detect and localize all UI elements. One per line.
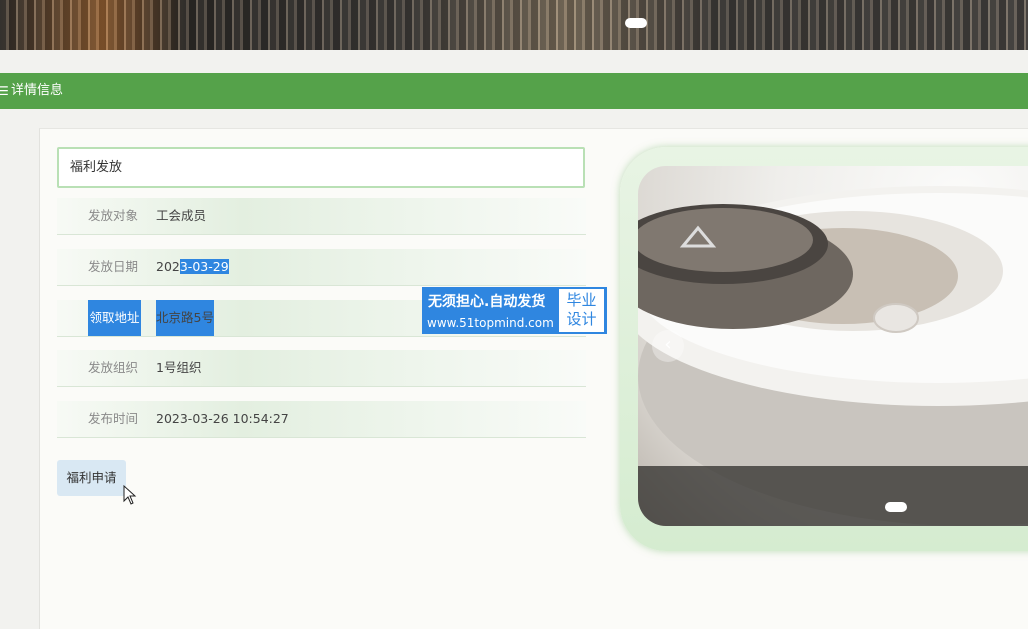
apply-welfare-button[interactable]: 福利申请 <box>57 460 126 496</box>
detail-row-target: 发放对象 工会成员 <box>57 198 586 235</box>
watermark-side: 毕业 设计 <box>559 289 604 332</box>
row-value: 1号组织 <box>156 360 202 375</box>
watermark-side-line2: 设计 <box>566 310 597 328</box>
row-value: 2023-03-29 <box>156 249 229 285</box>
watermark-side-line1: 毕业 <box>566 291 597 309</box>
carousel-image <box>638 166 1028 526</box>
carousel-indicator[interactable] <box>885 502 907 512</box>
product-image <box>638 186 1028 526</box>
mouse-cursor-icon <box>123 485 137 505</box>
watermark: 无须担心.自动发货 www.51topmind.com 毕业 设计 <box>422 287 607 334</box>
carousel-prev-button[interactable]: ‹ <box>652 330 684 362</box>
section-header-bar: ☰ 详情信息 <box>0 73 1028 109</box>
row-value: 2023-03-26 10:54:27 <box>156 411 289 426</box>
row-label-selected: 领取地址 <box>88 300 141 336</box>
row-value: 工会成员 <box>156 208 207 223</box>
row-value-selected: 3-03-29 <box>179 259 229 274</box>
detail-row-date: 发放日期 2023-03-29 <box>57 249 586 286</box>
menu-icon: ☰ <box>0 84 9 98</box>
banner-carousel-indicator[interactable] <box>625 18 647 28</box>
section-title: 详情信息 <box>11 83 64 98</box>
row-value-part: 202 <box>156 259 180 274</box>
item-name: 福利发放 <box>70 160 123 175</box>
watermark-line2: www.51topmind.com <box>427 316 554 330</box>
detail-row-organization: 发放组织 1号组织 <box>57 350 586 387</box>
row-value-selected: 北京路5号 <box>156 300 214 336</box>
watermark-line1: 无须担心.自动发货 <box>428 294 546 310</box>
top-banner-image <box>0 0 1028 50</box>
row-label: 发放组织 <box>88 360 139 375</box>
item-name-box: 福利发放 <box>57 147 585 188</box>
row-label: 发放对象 <box>88 208 139 223</box>
row-label: 发放日期 <box>88 259 139 274</box>
row-label: 发布时间 <box>88 411 139 426</box>
detail-row-publish-time: 发布时间 2023-03-26 10:54:27 <box>57 401 586 438</box>
